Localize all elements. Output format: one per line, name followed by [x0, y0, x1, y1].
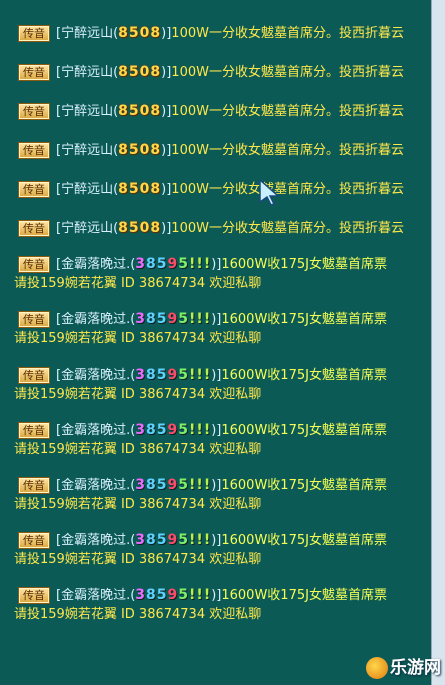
sender-id: 8508 — [118, 103, 162, 119]
sender-id: 8508 — [118, 142, 162, 158]
message-text: 100W一分收女魃墓首席分。 — [171, 104, 339, 119]
chat-message: 传音 [宁醉远山(8508)]100W一分收女魃墓首席分。投西折暮云 — [14, 217, 432, 237]
message-text-line2: 请投159婉若花翼 ID 38674734 欢迎私聊 — [14, 497, 262, 512]
message-text-suffix: 投西折暮云 — [338, 143, 404, 158]
sender-name[interactable]: 宁醉远山 — [61, 221, 113, 236]
logo-icon — [366, 657, 388, 679]
sender-id: 38595!!! — [135, 532, 212, 548]
whisper-tag[interactable]: 传音 — [18, 477, 50, 494]
sender-id: 8508 — [118, 220, 162, 236]
message-text: 100W一分收女魃墓首席分。 — [171, 182, 339, 197]
sender-id: 38595!!! — [135, 311, 212, 327]
sender-name[interactable]: 金霸落晚过. — [61, 312, 130, 327]
chat-message: 传音 [金霸落晚过.(38595!!!)]1600W收175J女魃墓首席票 — [14, 308, 432, 328]
whisper-tag[interactable]: 传音 — [18, 142, 50, 159]
message-text: 1600W收175J女魃墓首席票 — [221, 533, 387, 548]
sender-name[interactable]: 宁醉远山 — [61, 143, 113, 158]
whisper-tag[interactable]: 传音 — [18, 256, 50, 273]
whisper-tag[interactable]: 传音 — [18, 25, 50, 42]
message-text-suffix: 投西折暮云 — [338, 221, 404, 236]
chat-message: 传音 [宁醉远山(8508)]100W一分收女魃墓首席分。投西折暮云 — [14, 22, 432, 42]
whisper-tag[interactable]: 传音 — [18, 220, 50, 237]
message-text: 1600W收175J女魃墓首席票 — [221, 312, 387, 327]
sender-name[interactable]: 金霸落晚过. — [61, 423, 130, 438]
whisper-tag[interactable]: 传音 — [18, 311, 50, 328]
watermark: 乐游网 — [339, 653, 441, 683]
message-text-suffix: 投西折暮云 — [338, 65, 404, 80]
chat-message: 传音 [金霸落晚过.(38595!!!)]1600W收175J女魃墓首席票 — [14, 419, 432, 439]
mouse-cursor-icon — [259, 178, 280, 206]
sender-id: 38595!!! — [135, 256, 212, 272]
whisper-tag[interactable]: 传音 — [18, 587, 50, 604]
whisper-tag[interactable]: 传音 — [18, 181, 50, 198]
message-text-suffix: 投西折暮云 — [338, 104, 404, 119]
chat-message: 传音 [金霸落晚过.(38595!!!)]1600W收175J女魃墓首席票 — [14, 474, 432, 494]
whisper-tag[interactable]: 传音 — [18, 64, 50, 81]
chat-message: 传音 [金霸落晚过.(38595!!!)]1600W收175J女魃墓首席票 — [14, 584, 432, 604]
message-text: 1600W收175J女魃墓首席票 — [221, 257, 387, 272]
sender-name[interactable]: 宁醉远山 — [61, 26, 113, 41]
sender-id: 8508 — [118, 64, 162, 80]
message-text-line2: 请投159婉若花翼 ID 38674734 欢迎私聊 — [14, 552, 262, 567]
chat-message: 传音 [宁醉远山(8508)]100W一分收女魃墓首席分。投西折暮云 — [14, 139, 432, 159]
chat-message: 传音 [金霸落晚过.(38595!!!)]1600W收175J女魃墓首席票 — [14, 253, 432, 273]
sender-id: 8508 — [118, 181, 162, 197]
chat-log: 传音 [宁醉远山(8508)]100W一分收女魃墓首席分。投西折暮云 传音 [宁醉远… — [0, 0, 432, 685]
message-text-line2: 请投159婉若花翼 ID 38674734 欢迎私聊 — [14, 276, 262, 291]
sender-name[interactable]: 宁醉远山 — [61, 104, 113, 119]
message-text: 1600W收175J女魃墓首席票 — [221, 368, 387, 383]
chat-message: 传音 [宁醉远山(8508)]100W一分收女魃墓首席分。投西折暮云 — [14, 178, 432, 198]
scrollbar[interactable] — [431, 0, 445, 685]
message-text-suffix: 投西折暮云 — [338, 182, 404, 197]
sender-name[interactable]: 金霸落晚过. — [61, 257, 130, 272]
sender-name[interactable]: 宁醉远山 — [61, 182, 113, 197]
sender-id: 8508 — [118, 25, 162, 41]
sender-id: 38595!!! — [135, 367, 212, 383]
chat-message: 传音 [金霸落晚过.(38595!!!)]1600W收175J女魃墓首席票 — [14, 529, 432, 549]
whisper-tag[interactable]: 传音 — [18, 367, 50, 384]
message-text-line2: 请投159婉若花翼 ID 38674734 欢迎私聊 — [14, 387, 262, 402]
chat-message: 传音 [金霸落晚过.(38595!!!)]1600W收175J女魃墓首席票 — [14, 364, 432, 384]
whisper-tag[interactable]: 传音 — [18, 532, 50, 549]
message-text: 100W一分收女魃墓首席分。 — [171, 26, 339, 41]
whisper-tag[interactable]: 传音 — [18, 103, 50, 120]
sender-id: 38595!!! — [135, 422, 212, 438]
chat-message: 传音 [宁醉远山(8508)]100W一分收女魃墓首席分。投西折暮云 — [14, 61, 432, 81]
sender-id: 38595!!! — [135, 477, 212, 493]
message-text: 100W一分收女魃墓首席分。 — [171, 221, 339, 236]
chat-message: 传音 [宁醉远山(8508)]100W一分收女魃墓首席分。投西折暮云 — [14, 100, 432, 120]
whisper-tag[interactable]: 传音 — [18, 422, 50, 439]
sender-name[interactable]: 宁醉远山 — [61, 65, 113, 80]
sender-name[interactable]: 金霸落晚过. — [61, 368, 130, 383]
message-text: 1600W收175J女魃墓首席票 — [221, 423, 387, 438]
sender-name[interactable]: 金霸落晚过. — [61, 588, 130, 603]
message-text: 1600W收175J女魃墓首席票 — [221, 588, 387, 603]
message-text-line2: 请投159婉若花翼 ID 38674734 欢迎私聊 — [14, 331, 262, 346]
sender-id: 38595!!! — [135, 587, 212, 603]
sender-name[interactable]: 金霸落晚过. — [61, 478, 130, 493]
message-text: 1600W收175J女魃墓首席票 — [221, 478, 387, 493]
message-text-suffix: 投西折暮云 — [338, 26, 404, 41]
message-text: 100W一分收女魃墓首席分。 — [171, 65, 339, 80]
message-text: 100W一分收女魃墓首席分。 — [171, 143, 339, 158]
message-text-line2: 请投159婉若花翼 ID 38674734 欢迎私聊 — [14, 442, 262, 457]
sender-name[interactable]: 金霸落晚过. — [61, 533, 130, 548]
message-text-line2: 请投159婉若花翼 ID 38674734 欢迎私聊 — [14, 607, 262, 622]
